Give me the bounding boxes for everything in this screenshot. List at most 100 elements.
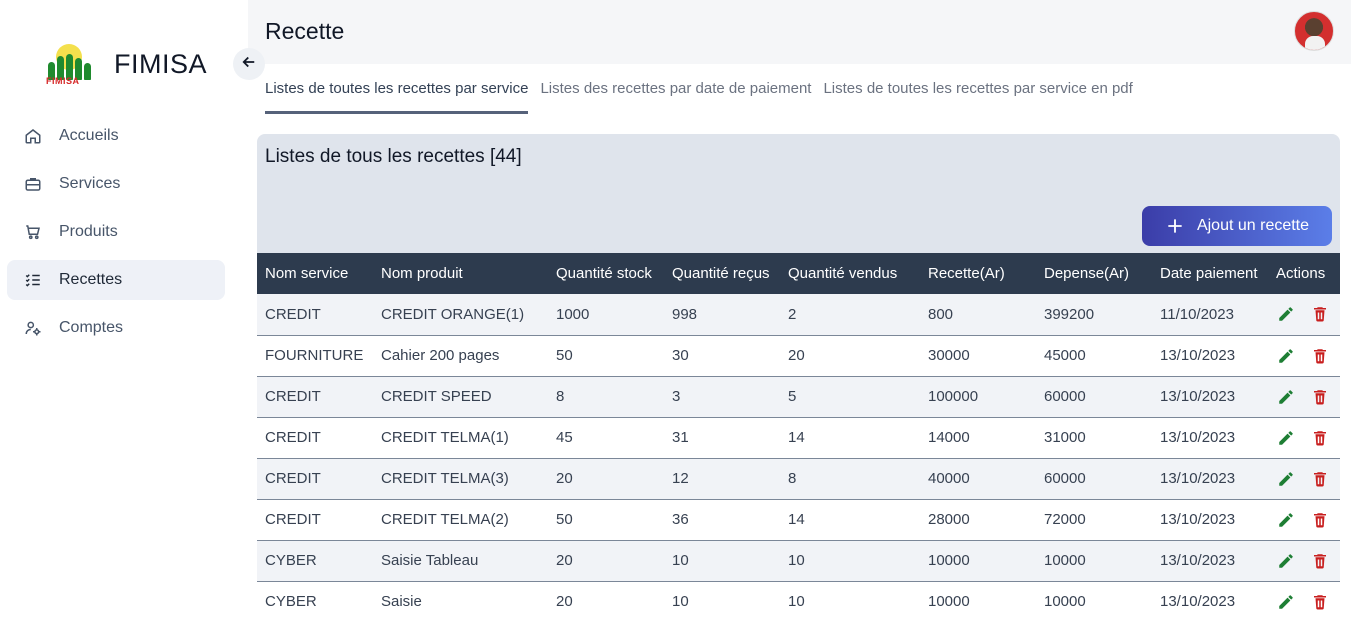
delete-icon[interactable] — [1310, 346, 1330, 366]
cell-recette: 10000 — [928, 593, 970, 610]
column-header[interactable]: Date paiement — [1152, 253, 1268, 294]
cell-depense: 10000 — [1044, 552, 1086, 569]
cell-quantite-vendus: 20 — [788, 347, 805, 364]
cell-nom-service: CREDIT — [265, 305, 321, 323]
delete-icon[interactable] — [1310, 304, 1330, 324]
table-row[interactable]: CREDIT CREDIT ORANGE(1) 1000 998 2 800 3… — [257, 294, 1340, 335]
delete-icon[interactable] — [1310, 469, 1330, 489]
column-header[interactable]: Depense(Ar) — [1036, 253, 1152, 294]
cell-quantite-recus: 12 — [672, 470, 689, 487]
table-row[interactable]: FOURNITURE Cahier 200 pages 50 30 20 300… — [257, 335, 1340, 376]
briefcase-icon — [23, 174, 43, 194]
tab-recettes-pdf[interactable]: Listes de toutes les recettes par servic… — [823, 78, 1132, 114]
table-row[interactable]: CREDIT CREDIT SPEED 8 3 5 100000 60000 1… — [257, 376, 1340, 417]
add-recette-button[interactable]: Ajout un recette — [1142, 206, 1332, 246]
cell-quantite-stock: 20 — [556, 593, 573, 610]
sidebar-item-services[interactable]: Services — [7, 164, 225, 204]
edit-icon[interactable] — [1276, 346, 1296, 366]
edit-icon[interactable] — [1276, 510, 1296, 530]
cell-quantite-vendus: 14 — [788, 511, 805, 528]
cell-depense: 72000 — [1044, 511, 1086, 528]
edit-icon[interactable] — [1276, 304, 1296, 324]
sidebar-item-produits[interactable]: Produits — [7, 212, 225, 252]
table-row[interactable]: CYBER Saisie 20 10 10 10000 10000 13/10/… — [257, 581, 1340, 622]
sidebar-item-accueils[interactable]: Accueils — [7, 116, 225, 156]
cell-depense: 10000 — [1044, 593, 1086, 610]
cell-nom-produit: CREDIT TELMA(2) — [381, 511, 509, 528]
cell-quantite-vendus: 14 — [788, 429, 805, 446]
cell-actions — [1268, 294, 1340, 335]
delete-icon[interactable] — [1310, 551, 1330, 571]
sidebar-item-comptes[interactable]: Comptes — [7, 308, 225, 348]
tab-bar: Listes de toutes les recettes par servic… — [265, 78, 1145, 114]
cell-date-paiement: 11/10/2023 — [1160, 305, 1234, 323]
cell-quantite-recus: 10 — [672, 552, 689, 569]
cell-nom-service: CREDIT — [265, 470, 321, 487]
plus-icon — [1165, 216, 1185, 236]
tab-recettes-par-date[interactable]: Listes des recettes par date de paiement — [540, 78, 811, 114]
edit-icon[interactable] — [1276, 387, 1296, 407]
recettes-card: Listes de tous les recettes [44] Ajout u… — [257, 134, 1340, 622]
cell-nom-service: CREDIT — [265, 511, 321, 528]
cell-quantite-vendus: 8 — [788, 470, 797, 487]
column-header[interactable]: Nom produit — [373, 253, 548, 294]
column-header[interactable]: Recette(Ar) — [920, 253, 1036, 294]
avatar[interactable] — [1294, 11, 1334, 51]
cell-quantite-stock: 8 — [556, 388, 565, 405]
column-header[interactable]: Quantité reçus — [664, 253, 780, 294]
column-header[interactable]: Quantité stock — [548, 253, 664, 294]
table-row[interactable]: CYBER Saisie Tableau 20 10 10 10000 1000… — [257, 540, 1340, 581]
sidebar-nav: Accueils Services Produits Recettes Comp… — [7, 116, 225, 356]
cell-recette: 30000 — [928, 347, 970, 364]
edit-icon[interactable] — [1276, 469, 1296, 489]
table-header-row: Nom service Nom produit Quantité stock Q… — [257, 253, 1340, 294]
cell-date-paiement: 13/10/2023 — [1160, 388, 1236, 405]
cell-quantite-recus: 31 — [672, 429, 689, 446]
cell-nom-service: CYBER — [265, 552, 317, 569]
delete-icon[interactable] — [1310, 387, 1330, 407]
cell-date-paiement: 13/10/2023 — [1160, 470, 1236, 487]
tab-recettes-par-service[interactable]: Listes de toutes les recettes par servic… — [265, 78, 529, 114]
edit-icon[interactable] — [1276, 592, 1296, 612]
cell-nom-service: CREDIT — [265, 388, 321, 405]
sidebar-item-label: Accueils — [59, 127, 119, 144]
cell-quantite-recus: 998 — [672, 305, 698, 323]
cell-nom-produit: CREDIT TELMA(1) — [381, 429, 509, 446]
cell-recette: 10000 — [928, 552, 970, 569]
card-title: Listes de tous les recettes [44] — [265, 146, 522, 167]
delete-icon[interactable] — [1310, 592, 1330, 612]
sidebar-item-label: Produits — [59, 223, 118, 240]
cell-quantite-stock: 50 — [556, 511, 573, 528]
delete-icon[interactable] — [1310, 510, 1330, 530]
cell-nom-produit: Cahier 200 pages — [381, 347, 500, 364]
table-row[interactable]: CREDIT CREDIT TELMA(2) 50 36 14 28000 72… — [257, 499, 1340, 540]
brand[interactable]: FIMISA FIMISA — [42, 42, 207, 86]
cell-depense: 60000 — [1044, 470, 1086, 487]
edit-icon[interactable] — [1276, 551, 1296, 571]
cell-date-paiement: 13/10/2023 — [1160, 511, 1236, 528]
cell-recette: 40000 — [928, 470, 970, 487]
cell-nom-service: CYBER — [265, 593, 317, 610]
cart-icon — [23, 222, 43, 242]
delete-icon[interactable] — [1310, 428, 1330, 448]
cell-depense: 31000 — [1044, 429, 1086, 446]
column-header[interactable]: Quantité vendus — [780, 253, 920, 294]
sidebar-item-recettes[interactable]: Recettes — [7, 260, 225, 300]
cell-quantite-recus: 36 — [672, 511, 689, 528]
cell-recette: 800 — [928, 305, 954, 323]
column-header[interactable]: Nom service — [257, 253, 373, 294]
cell-date-paiement: 13/10/2023 — [1160, 593, 1236, 610]
user-cog-icon — [23, 318, 43, 338]
table-row[interactable]: CREDIT CREDIT TELMA(3) 20 12 8 40000 600… — [257, 458, 1340, 499]
cell-depense: 45000 — [1044, 347, 1086, 364]
edit-icon[interactable] — [1276, 428, 1296, 448]
cell-actions — [1268, 581, 1340, 622]
table-row[interactable]: CREDIT CREDIT TELMA(1) 45 31 14 14000 31… — [257, 417, 1340, 458]
column-header: Actions — [1276, 265, 1326, 282]
cell-quantite-vendus: 10 — [788, 593, 805, 610]
cell-recette: 28000 — [928, 511, 970, 528]
sidebar-item-label: Comptes — [59, 319, 124, 336]
recettes-table: Nom service Nom produit Quantité stock Q… — [257, 253, 1340, 622]
collapse-sidebar-button[interactable] — [233, 48, 265, 80]
cell-nom-produit: Saisie — [381, 593, 422, 610]
